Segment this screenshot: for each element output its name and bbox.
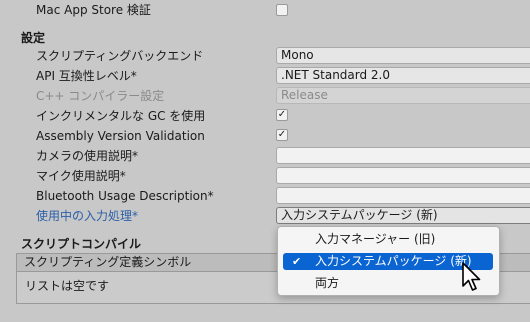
camera-usage-row: カメラの使用説明*: [0, 146, 530, 166]
define-symbols-empty-text: リストは空です: [25, 279, 110, 293]
api-compat-row: API 互換性レベル* .NET Standard 2.0: [0, 66, 530, 86]
mic-usage-input[interactable]: [276, 167, 530, 184]
api-compat-label: API 互換性レベル*: [36, 69, 137, 83]
active-input-dropdown[interactable]: 入力システムパッケージ (新): [276, 207, 530, 224]
arrow-cursor-icon: [462, 262, 481, 291]
api-compat-dropdown[interactable]: .NET Standard 2.0: [276, 67, 530, 84]
cpp-compiler-row: C++ コンパイラー設定 Release: [0, 86, 530, 106]
active-input-label: 使用中の入力処理*: [36, 209, 139, 223]
settings-section-title: 設定: [21, 31, 46, 45]
mac-app-store-checkbox[interactable]: [276, 4, 288, 16]
mic-usage-row: マイク使用説明*: [0, 166, 530, 186]
popup-option-label: 両方: [315, 276, 340, 290]
bluetooth-usage-input[interactable]: [276, 187, 530, 204]
incremental-gc-row: インクリメンタルな GC を使用 ✓: [0, 106, 530, 126]
checkmark-icon: ✔: [292, 255, 302, 268]
camera-usage-label: カメラの使用説明*: [36, 149, 139, 163]
incremental-gc-checkbox[interactable]: ✓: [276, 109, 288, 121]
bluetooth-usage-row: Bluetooth Usage Description*: [0, 186, 530, 206]
mac-app-store-row: Mac App Store 検証: [0, 0, 530, 20]
scripting-backend-label: スクリプティングバックエンド: [36, 49, 204, 63]
popup-option-label: 入力システムパッケージ (新): [315, 254, 472, 268]
popup-option-label: 入力マネージャー (旧): [315, 232, 436, 246]
mic-usage-label: マイク使用説明*: [36, 169, 126, 183]
scripting-backend-dropdown[interactable]: Mono: [276, 47, 530, 64]
assembly-validation-row: Assembly Version Validation ✓: [0, 126, 530, 146]
assembly-validation-checkbox[interactable]: ✓: [276, 129, 288, 141]
incremental-gc-label: インクリメンタルな GC を使用: [36, 109, 206, 123]
mac-app-store-label: Mac App Store 検証: [36, 3, 151, 17]
assembly-validation-label: Assembly Version Validation: [36, 129, 205, 143]
scripting-backend-row: スクリプティングバックエンド Mono: [0, 46, 530, 66]
popup-option-input-manager[interactable]: 入力マネージャー (旧): [283, 231, 493, 248]
bluetooth-usage-label: Bluetooth Usage Description*: [36, 189, 214, 203]
camera-usage-input[interactable]: [276, 147, 530, 164]
cpp-compiler-label: C++ コンパイラー設定: [36, 89, 165, 103]
script-compile-section-title: スクリプトコンパイル: [21, 237, 142, 251]
active-input-row: 使用中の入力処理* 入力システムパッケージ (新): [0, 206, 530, 226]
cpp-compiler-dropdown: Release: [276, 87, 530, 104]
